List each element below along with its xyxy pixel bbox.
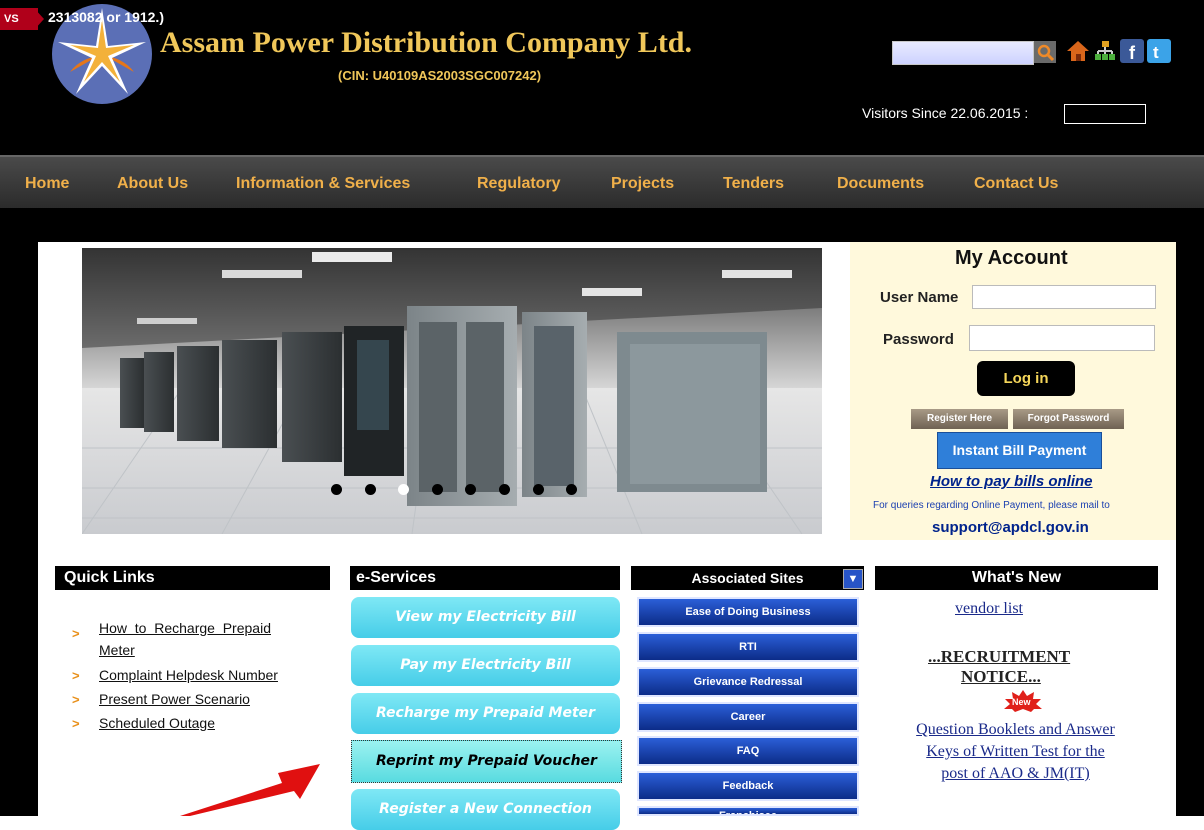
visitors-label: Visitors Since 22.06.2015 : bbox=[862, 105, 1029, 121]
question-booklets-link-1[interactable]: Question Booklets and Answer bbox=[885, 721, 1146, 739]
account-title: My Account bbox=[955, 247, 1068, 269]
register-button[interactable]: Register Here bbox=[911, 409, 1008, 429]
recharge-meter-button[interactable]: Recharge my Prepaid Meter bbox=[351, 693, 620, 734]
site-header bbox=[0, 0, 1204, 155]
chevron-right-icon: > bbox=[72, 626, 80, 641]
svg-text:t: t bbox=[1153, 43, 1159, 62]
username-input[interactable] bbox=[972, 285, 1156, 309]
associated-grievance[interactable]: Grievance Redressal bbox=[637, 667, 859, 697]
quick-link-helpdesk[interactable]: Complaint Helpdesk Number bbox=[99, 667, 278, 683]
main-nav: Home About Us Information & Services Reg… bbox=[0, 155, 1204, 210]
quick-link-power-scenario[interactable]: Present Power Scenario bbox=[99, 691, 250, 707]
nav-projects[interactable]: Projects bbox=[611, 157, 674, 210]
nav-information-services[interactable]: Information & Services bbox=[236, 157, 410, 210]
home-icon[interactable] bbox=[1066, 39, 1090, 63]
nav-contact-us[interactable]: Contact Us bbox=[974, 157, 1058, 210]
associated-feedback[interactable]: Feedback bbox=[637, 771, 859, 801]
quick-link-outage[interactable]: Scheduled Outage bbox=[99, 715, 215, 731]
vendor-list-link[interactable]: vendor list bbox=[955, 600, 1023, 618]
svg-text:f: f bbox=[1129, 43, 1136, 63]
left-border bbox=[0, 242, 38, 816]
chevron-right-icon: > bbox=[72, 716, 80, 731]
slider-dot[interactable] bbox=[331, 484, 342, 495]
slider-dot[interactable] bbox=[431, 484, 443, 495]
search-input[interactable] bbox=[892, 41, 1034, 65]
password-label: Password bbox=[883, 331, 954, 348]
quick-link-recharge[interactable]: How to Recharge Prepaid bbox=[99, 620, 331, 636]
reprint-voucher-button[interactable]: Reprint my Prepaid Voucher bbox=[351, 740, 622, 783]
nav-regulatory[interactable]: Regulatory bbox=[477, 157, 561, 210]
ticker-tag: VS bbox=[0, 8, 38, 30]
ticker-arrow bbox=[34, 8, 44, 30]
register-connection-button[interactable]: Register a New Connection bbox=[351, 789, 620, 830]
news-ticker bbox=[0, 208, 1204, 242]
recruitment-notice-link[interactable]: ...RECRUITMENT bbox=[928, 647, 1070, 667]
nav-tenders[interactable]: Tenders bbox=[723, 157, 784, 210]
sitemap-icon[interactable] bbox=[1093, 39, 1117, 63]
twitter-icon[interactable]: t bbox=[1147, 39, 1171, 63]
search-icon[interactable] bbox=[1034, 41, 1056, 63]
image-slider[interactable] bbox=[82, 248, 822, 534]
new-badge-text: New bbox=[1012, 697, 1032, 707]
how-to-pay-link[interactable]: How to pay bills online bbox=[930, 473, 1093, 490]
nav-home[interactable]: Home bbox=[25, 157, 69, 210]
queries-text: For queries regarding Online Payment, pl… bbox=[873, 500, 1110, 511]
slider-dot[interactable] bbox=[499, 484, 510, 495]
associated-ease-of-business[interactable]: Ease of Doing Business bbox=[637, 597, 859, 627]
annotation-arrow bbox=[180, 764, 320, 816]
quick-links-header: Quick Links bbox=[55, 566, 330, 590]
chevron-down-icon[interactable]: ▼ bbox=[843, 569, 863, 589]
server-room-image bbox=[82, 248, 822, 534]
password-input[interactable] bbox=[969, 325, 1155, 351]
new-badge: New bbox=[1003, 690, 1043, 712]
associated-sites-header[interactable]: Associated Sites bbox=[631, 566, 864, 590]
view-bill-button[interactable]: View my Electricity Bill bbox=[351, 597, 620, 638]
quick-link-recharge-cont[interactable]: Meter bbox=[99, 642, 135, 658]
associated-faq[interactable]: FAQ bbox=[637, 736, 859, 766]
chevron-right-icon: > bbox=[72, 668, 80, 683]
right-border bbox=[1176, 242, 1204, 816]
facebook-icon[interactable]: f bbox=[1120, 39, 1144, 63]
login-button[interactable]: Log in bbox=[977, 361, 1075, 396]
cin-number: (CIN: U40109AS2003SGC007242) bbox=[338, 68, 542, 83]
slider-dot[interactable] bbox=[364, 484, 376, 495]
visitors-counter bbox=[1064, 104, 1146, 124]
whats-new-header: What's New bbox=[875, 566, 1158, 590]
instant-bill-payment-button[interactable]: Instant Bill Payment bbox=[937, 432, 1102, 469]
question-booklets-link-3[interactable]: post of AAO & JM(IT) bbox=[885, 765, 1146, 783]
pay-bill-button[interactable]: Pay my Electricity Bill bbox=[351, 645, 620, 686]
nav-documents[interactable]: Documents bbox=[837, 157, 924, 210]
slider-dot[interactable] bbox=[532, 484, 544, 495]
chevron-right-icon: > bbox=[72, 692, 80, 707]
support-email-link[interactable]: support@apdcl.gov.in bbox=[932, 519, 1089, 536]
associated-franchisee[interactable]: Franchisee bbox=[637, 806, 859, 816]
forgot-password-button[interactable]: Forgot Password bbox=[1013, 409, 1124, 429]
nav-about-us[interactable]: About Us bbox=[117, 157, 188, 210]
site-title: Assam Power Distribution Company Ltd. bbox=[160, 26, 692, 59]
ticker-text[interactable]: 2313082 or 1912.) bbox=[48, 9, 164, 25]
eservices-header: e-Services bbox=[350, 566, 620, 590]
associated-rti[interactable]: RTI bbox=[637, 632, 859, 662]
associated-career[interactable]: Career bbox=[637, 702, 859, 732]
username-label: User Name bbox=[880, 289, 959, 306]
recruitment-notice-link-2[interactable]: NOTICE... bbox=[961, 667, 1041, 687]
question-booklets-link-2[interactable]: Keys of Written Test for the bbox=[885, 743, 1146, 761]
